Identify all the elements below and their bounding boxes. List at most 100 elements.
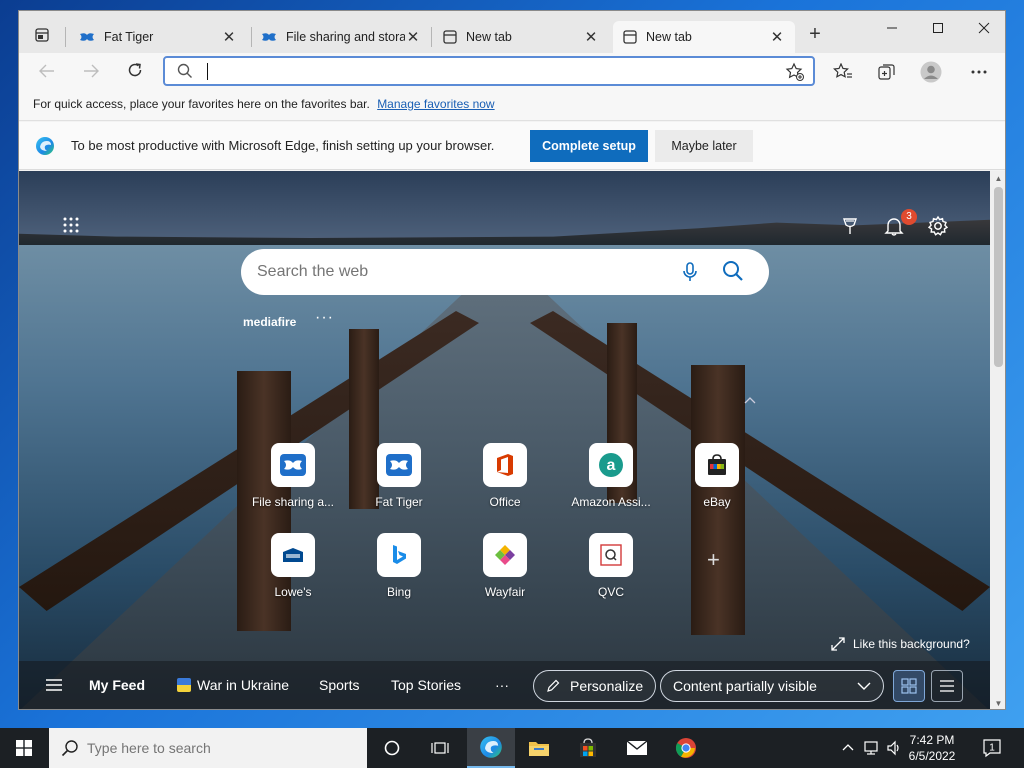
tile-label: QVC [597, 585, 624, 599]
office-icon [483, 443, 527, 487]
tile-file-sharing[interactable]: File sharing a... [248, 443, 338, 517]
tab-title: Fat Tiger [104, 30, 154, 44]
personalize-button[interactable]: Personalize [533, 670, 657, 702]
feed-tab-top-stories[interactable]: Top Stories [391, 677, 461, 693]
quicklink-suggestion[interactable]: mediafire [243, 315, 296, 329]
collections-icon[interactable] [875, 61, 899, 83]
taskbar-edge[interactable] [467, 728, 515, 768]
tile-lowes[interactable]: Lowe's [248, 533, 338, 607]
feed-tab-my-feed[interactable]: My Feed [89, 677, 145, 693]
new-tab-button[interactable]: + [803, 23, 827, 47]
taskbar-search-box[interactable] [49, 728, 367, 768]
scroll-up-arrow[interactable]: ▲ [994, 174, 1003, 183]
page-settings-gear-icon[interactable] [927, 215, 949, 237]
chevron-up-icon[interactable] [743, 393, 757, 407]
web-search-input[interactable] [257, 261, 657, 283]
action-center-icon: 1 [983, 739, 1001, 758]
tab-strip: Fat Tiger ✕ File sharing and storage ✕ N… [19, 11, 1005, 53]
favorites-bar: For quick access, place your favorites h… [19, 91, 1005, 121]
taskbar-store[interactable] [564, 728, 612, 768]
amazon-icon: a [589, 443, 633, 487]
expand-icon [831, 637, 845, 651]
action-center-button[interactable]: 1 [982, 738, 1002, 758]
close-window-button[interactable] [961, 15, 1005, 43]
grid-view-button[interactable] [893, 670, 925, 702]
settings-more-icon[interactable] [967, 61, 991, 83]
tab-close-icon[interactable]: ✕ [769, 28, 785, 46]
tile-fat-tiger[interactable]: Fat Tiger [354, 443, 444, 517]
search-submit-icon[interactable] [721, 259, 745, 283]
back-button[interactable] [33, 59, 61, 85]
forward-button[interactable] [77, 59, 105, 85]
task-view-button[interactable] [416, 728, 464, 768]
clock-time: 7:42 PM [909, 733, 955, 747]
manage-favorites-link[interactable]: Manage favorites now [377, 97, 494, 111]
task-view-icon [431, 742, 449, 754]
minimize-button[interactable] [869, 15, 915, 43]
lowes-icon [271, 533, 315, 577]
address-input[interactable] [205, 61, 765, 81]
tile-bing[interactable]: Bing [354, 533, 444, 607]
favorites-bar-message: For quick access, place your favorites h… [33, 97, 370, 111]
start-button[interactable] [0, 728, 48, 768]
taskbar-clock[interactable]: 7:42 PM 6/5/2022 [902, 732, 962, 764]
maybe-later-button[interactable]: Maybe later [655, 130, 753, 162]
tile-label: Bing [386, 585, 412, 599]
refresh-button[interactable] [121, 59, 149, 85]
scroll-thumb[interactable] [994, 187, 1003, 367]
tile-label: Fat Tiger [375, 495, 423, 509]
hamburger-menu-icon[interactable] [45, 677, 63, 693]
tab-actions-icon[interactable] [27, 23, 57, 47]
add-quicklink-button[interactable]: + [707, 549, 725, 571]
web-search-box[interactable] [241, 249, 769, 295]
tile-wayfair[interactable]: Wayfair [460, 533, 550, 607]
cortana-button[interactable] [368, 728, 416, 768]
search-icon [61, 740, 78, 757]
microphone-icon[interactable] [679, 261, 701, 283]
list-view-button[interactable] [931, 670, 963, 702]
profile-avatar[interactable] [919, 61, 943, 83]
tile-ebay[interactable]: eBay [672, 443, 762, 517]
tray-chevron-up-icon[interactable] [840, 740, 856, 756]
tab-new-tab[interactable]: New tab ✕ [433, 21, 609, 53]
feed-tab-sports[interactable]: Sports [319, 677, 359, 693]
mediafire-icon [271, 443, 315, 487]
tab-new-tab-active[interactable]: New tab ✕ [613, 21, 795, 53]
action-center-count: 1 [989, 743, 995, 754]
page-scrollbar[interactable]: ▲ ▼ [990, 171, 1005, 709]
list-view-icon [940, 680, 954, 692]
tab-close-icon[interactable]: ✕ [221, 28, 237, 46]
quicklink-more-icon[interactable]: ··· [315, 309, 334, 327]
content-visibility-dropdown[interactable]: Content partially visible [660, 670, 884, 702]
maximize-button[interactable] [915, 15, 961, 43]
favorites-icon[interactable] [831, 61, 855, 83]
clock-date: 6/5/2022 [908, 749, 956, 763]
taskbar-search-input[interactable] [87, 739, 347, 757]
tab-fat-tiger[interactable]: Fat Tiger ✕ [69, 21, 247, 53]
rewards-icon[interactable] [839, 215, 861, 237]
tile-amazon[interactable]: a Amazon Assi... [566, 443, 656, 517]
tab-close-icon[interactable]: ✕ [583, 28, 599, 46]
taskbar-chrome[interactable] [662, 728, 710, 768]
address-bar[interactable] [163, 56, 815, 86]
tab-file-sharing[interactable]: File sharing and storage ✕ [251, 21, 431, 53]
tile-qvc[interactable]: QVC [566, 533, 656, 607]
taskbar-mail[interactable] [613, 728, 661, 768]
network-icon[interactable] [864, 740, 880, 756]
infobar-message: To be most productive with Microsoft Edg… [71, 138, 495, 153]
taskbar-file-explorer[interactable] [515, 728, 563, 768]
scroll-down-arrow[interactable]: ▼ [994, 699, 1003, 708]
mediafire-icon [262, 33, 276, 41]
tile-office[interactable]: Office [460, 443, 550, 517]
ebay-icon [695, 443, 739, 487]
feed-more-icon[interactable]: ··· [495, 677, 509, 693]
apps-grid-icon[interactable] [63, 217, 79, 233]
volume-icon[interactable] [886, 740, 902, 756]
taskbar: 7:42 PM 6/5/2022 1 [0, 728, 1024, 768]
complete-setup-button[interactable]: Complete setup [530, 130, 648, 162]
content-visibility-label: Content partially visible [673, 678, 817, 694]
like-background-link[interactable]: Like this background? [831, 637, 970, 651]
tab-close-icon[interactable]: ✕ [405, 28, 421, 46]
add-favorite-icon[interactable] [785, 62, 805, 82]
feed-tab-war-in-ukraine[interactable]: War in Ukraine [177, 677, 289, 693]
